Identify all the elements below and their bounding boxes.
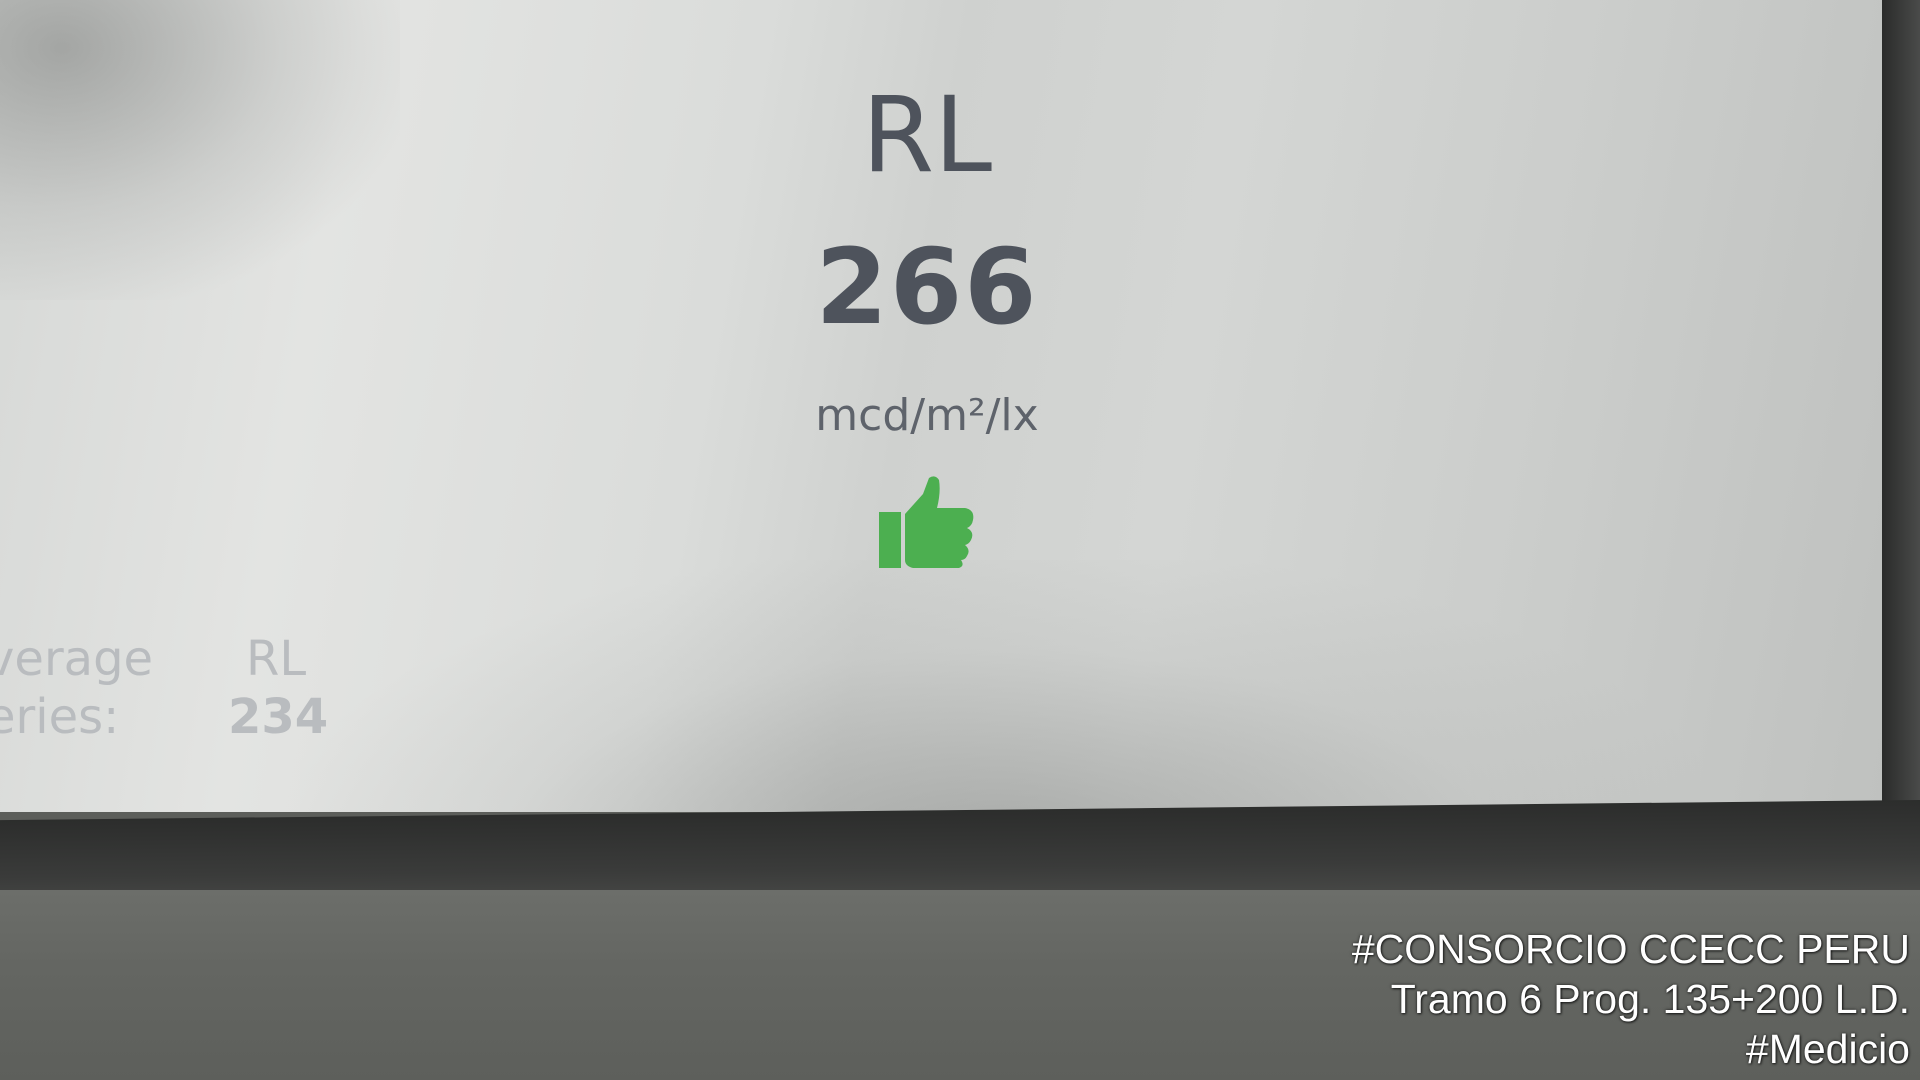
metric-unit: mcd/m²/lx [815,390,1039,441]
average-metric-value: 234 [228,689,329,745]
device-screen: RL 266 mcd/m²/lx verage eries: RL 234 [0,0,1882,812]
metric-title: RL [861,74,993,196]
average-label: verage [0,631,154,687]
watermark-line-2: Tramo 6 Prog. 135+200 L.D. [1390,976,1910,1022]
average-metric-label: RL [246,631,307,687]
photo-watermark: #CONSORCIO CCECC PERU Tramo 6 Prog. 135+… [1352,924,1910,1080]
metric-value: 266 [815,226,1039,348]
series-label: eries: [0,689,120,745]
watermark-line-3: #Medicio [1745,1026,1910,1072]
watermark-line-1: #CONSORCIO CCECC PERU [1351,926,1910,972]
photo-frame: RL 266 mcd/m²/lx verage eries: RL 234 #C… [0,0,1920,1080]
thumbs-up-icon [879,476,974,568]
screen-edge [1882,0,1920,812]
